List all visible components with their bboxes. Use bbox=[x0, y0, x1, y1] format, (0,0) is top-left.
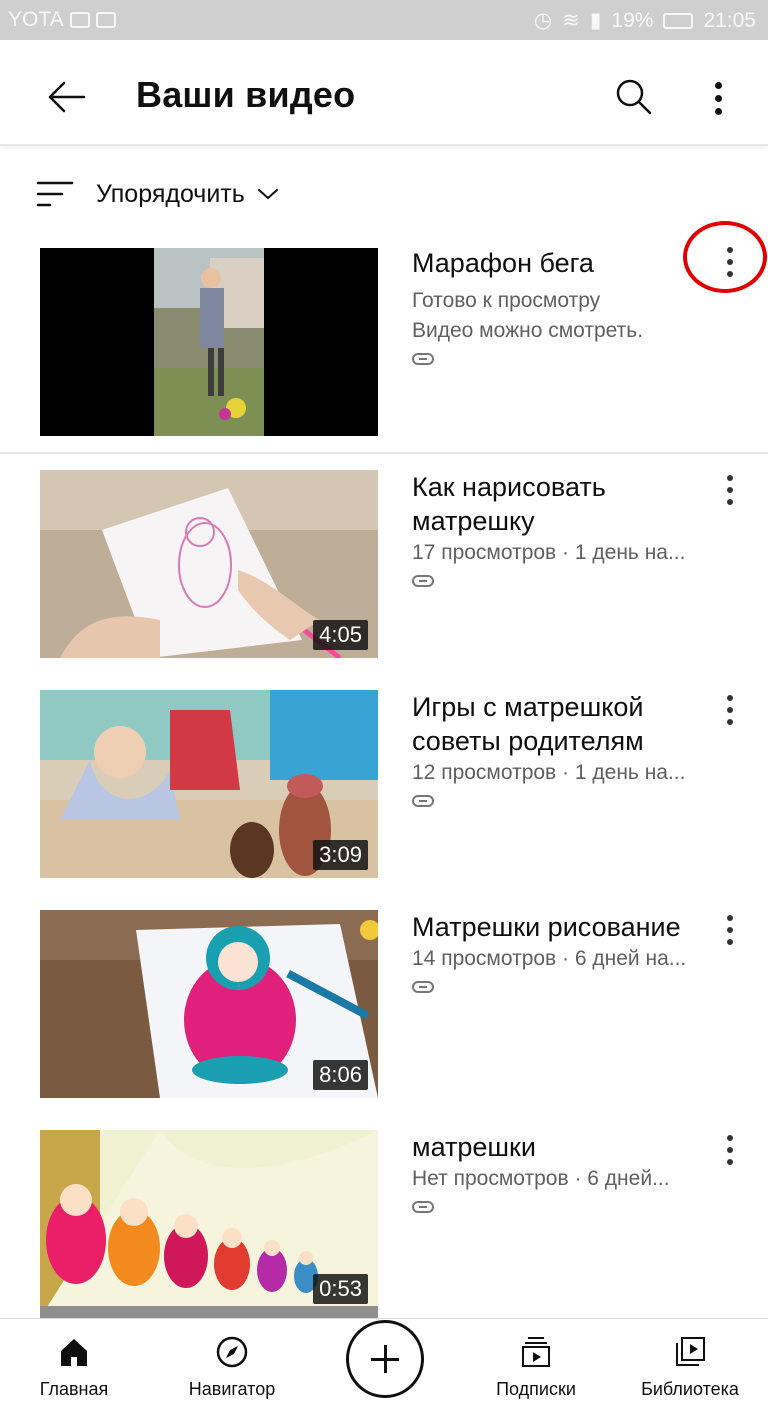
video-title[interactable]: матрешки bbox=[412, 1130, 712, 1164]
video-meta: 12 просмотров · 1 день на... bbox=[412, 761, 686, 784]
video-info: Как нарисовать матрешку 17 просмотров · … bbox=[412, 470, 712, 593]
video-title[interactable]: Марафон бега bbox=[412, 246, 712, 280]
link-icon bbox=[412, 1201, 434, 1213]
video-thumbnail[interactable]: 4:05 bbox=[40, 470, 378, 658]
carrier-label: YOTA bbox=[8, 8, 64, 31]
arrow-left-icon bbox=[48, 81, 86, 113]
link-icon bbox=[412, 795, 434, 807]
video-meta: 14 просмотров · 6 дней на... bbox=[412, 947, 687, 970]
nav-subscriptions[interactable]: Подписки bbox=[484, 1319, 588, 1411]
video-meta: Нет просмотров · 6 дней... bbox=[412, 1167, 670, 1190]
video-info: Марафон бега Готово к просмотру Видео мо… bbox=[412, 246, 712, 371]
nav-library-label: Библиотека bbox=[641, 1379, 739, 1399]
status-right: ◷ ≋ ▮ 19% 21:05 bbox=[534, 8, 756, 33]
wifi-icon: ≋ bbox=[562, 9, 580, 32]
video-menu-button[interactable] bbox=[714, 1130, 746, 1170]
video-duration: 8:06 bbox=[313, 1060, 368, 1090]
more-vert-icon bbox=[714, 690, 746, 730]
notification-icon bbox=[95, 12, 116, 28]
app-bar: Ваши видео bbox=[0, 40, 768, 146]
search-icon bbox=[616, 79, 652, 115]
compass-icon bbox=[216, 1336, 248, 1368]
nav-library[interactable]: Библиотека bbox=[628, 1319, 752, 1411]
search-button[interactable] bbox=[608, 72, 660, 124]
nav-subscriptions-label: Подписки bbox=[496, 1379, 576, 1399]
highlight-circle bbox=[683, 221, 767, 293]
video-status: Готово к просмотру bbox=[412, 289, 601, 312]
nav-explore-label: Навигатор bbox=[188, 1379, 276, 1399]
back-button[interactable] bbox=[40, 70, 94, 124]
more-vert-icon bbox=[714, 910, 746, 950]
video-info: матрешки Нет просмотров · 6 дней... bbox=[412, 1130, 712, 1219]
link-icon bbox=[412, 353, 434, 365]
video-menu-button[interactable] bbox=[714, 690, 746, 730]
library-icon bbox=[676, 1337, 705, 1366]
more-options-button[interactable] bbox=[698, 70, 738, 126]
battery-percent: 19% bbox=[611, 8, 654, 32]
home-icon bbox=[61, 1339, 87, 1366]
video-thumbnail[interactable]: 8:06 bbox=[40, 910, 378, 1098]
battery-icon bbox=[663, 12, 694, 29]
video-duration: 0:53 bbox=[313, 1274, 368, 1304]
video-title[interactable]: Как нарисовать матрешку bbox=[412, 470, 712, 538]
video-thumbnail[interactable]: 3:09 bbox=[40, 690, 378, 878]
status-bar: YOTA ◷ ≋ ▮ 19% 21:05 bbox=[0, 0, 768, 40]
video-thumbnail[interactable]: 0:53 bbox=[40, 1130, 378, 1318]
link-icon bbox=[412, 575, 434, 587]
nav-home-label: Главная bbox=[39, 1379, 109, 1399]
more-vert-icon bbox=[714, 1130, 746, 1170]
message-icon bbox=[69, 12, 90, 28]
page-title: Ваши видео bbox=[136, 74, 356, 115]
video-info: Матрешки рисование 14 просмотров · 6 дне… bbox=[412, 910, 712, 999]
more-vert-icon bbox=[714, 470, 746, 510]
link-icon bbox=[412, 981, 434, 993]
more-vert-icon bbox=[698, 70, 738, 126]
video-duration: 3:09 bbox=[313, 840, 368, 870]
video-info: Игры с матрешкой советы родителям 12 про… bbox=[412, 690, 712, 813]
sort-label: Упорядочить bbox=[96, 179, 245, 208]
signal-icon: ▮ bbox=[589, 9, 602, 32]
thumbnail-image bbox=[40, 248, 378, 436]
sort-icon bbox=[36, 181, 74, 207]
status-left: YOTA bbox=[8, 8, 116, 32]
video-thumbnail[interactable] bbox=[40, 248, 378, 436]
video-duration: 4:05 bbox=[313, 620, 368, 650]
alarm-icon: ◷ bbox=[533, 9, 553, 32]
video-menu-button[interactable] bbox=[714, 470, 746, 510]
video-meta: 17 просмотров · 1 день на... bbox=[412, 541, 686, 564]
video-title[interactable]: Матрешки рисование bbox=[412, 910, 712, 944]
clock: 21:05 bbox=[703, 8, 756, 32]
sort-dropdown[interactable]: Упорядочить bbox=[36, 172, 279, 216]
video-title[interactable]: Игры с матрешкой советы родителям bbox=[412, 690, 712, 758]
divider bbox=[0, 452, 768, 454]
nav-explore[interactable]: Навигатор bbox=[180, 1319, 284, 1411]
video-menu-button[interactable] bbox=[714, 910, 746, 950]
create-button[interactable] bbox=[346, 1320, 424, 1398]
chevron-down-icon bbox=[257, 189, 278, 200]
nav-home[interactable]: Главная bbox=[34, 1319, 114, 1411]
subscriptions-icon bbox=[522, 1337, 550, 1367]
video-status-detail: Видео можно смотреть. bbox=[412, 319, 644, 342]
